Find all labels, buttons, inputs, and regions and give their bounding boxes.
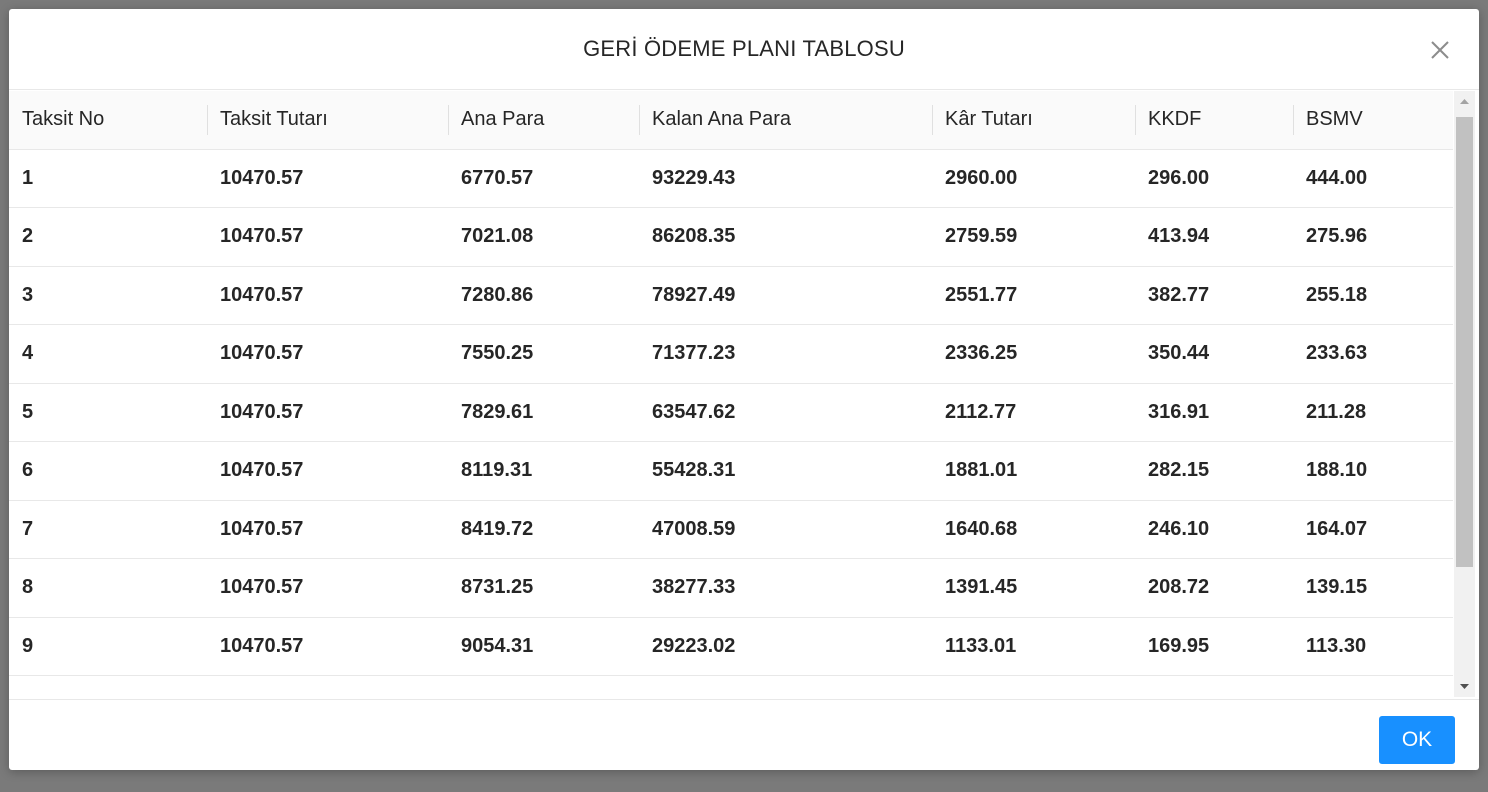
cell-bsmv: 113.30 [1293, 617, 1453, 676]
cell-profit-amount: 1391.45 [932, 558, 1135, 618]
column-header-installment-no[interactable]: Taksit No [9, 91, 207, 150]
table-row: 7 10470.57 8419.72 47008.59 1640.68 246.… [9, 500, 1453, 559]
cell-kkdf: 413.94 [1135, 207, 1293, 267]
column-header-kkdf[interactable]: KKDF [1135, 91, 1293, 150]
cell-kkdf: 208.72 [1135, 558, 1293, 618]
cell-installment-amount: 10470.57 [207, 441, 448, 501]
cell-remaining-principal: 29223.02 [639, 617, 932, 676]
cell-bsmv: 255.18 [1293, 266, 1453, 325]
cell-profit-amount: 2960.00 [932, 149, 1135, 208]
column-header-principal[interactable]: Ana Para [448, 91, 639, 150]
table-row: 8 10470.57 8731.25 38277.33 1391.45 208.… [9, 558, 1453, 618]
cell-bsmv: 233.63 [1293, 324, 1453, 384]
cell-installment-no: 5 [9, 383, 207, 442]
table-row: 2 10470.57 7021.08 86208.35 2759.59 413.… [9, 207, 1453, 267]
cell-principal: 6770.57 [448, 149, 639, 208]
cell-remaining-principal: 55428.31 [639, 441, 932, 501]
cell-installment-amount: 10470.57 [207, 617, 448, 676]
cell-installment-amount: 10470.57 [207, 383, 448, 442]
cell-bsmv: 139.15 [1293, 558, 1453, 618]
table-row: 9 10470.57 9054.31 29223.02 1133.01 169.… [9, 617, 1453, 676]
column-header-bsmv[interactable]: BSMV [1293, 91, 1453, 150]
cell-kkdf: 316.91 [1135, 383, 1293, 442]
column-header-profit-amount[interactable]: Kâr Tutarı [932, 91, 1135, 150]
arrow-up-icon [1460, 99, 1469, 104]
close-button[interactable] [1425, 35, 1455, 65]
arrow-down-icon [1460, 684, 1469, 689]
cell-remaining-principal: 38277.33 [639, 558, 932, 618]
cell-bsmv: 188.10 [1293, 441, 1453, 501]
cell-principal: 7829.61 [448, 383, 639, 442]
cell-remaining-principal: 93229.43 [639, 149, 932, 208]
cell-installment-no: 3 [9, 266, 207, 325]
cell-principal: 8119.31 [448, 441, 639, 501]
cell-installment-amount: 10470.57 [207, 207, 448, 267]
cell-bsmv: 211.28 [1293, 383, 1453, 442]
scroll-up-button[interactable] [1454, 91, 1475, 111]
table-row: 6 10470.57 8119.31 55428.31 1881.01 282.… [9, 441, 1453, 501]
modal-footer: OK [9, 699, 1479, 770]
cell-kkdf: 296.00 [1135, 149, 1293, 208]
cell-remaining-principal: 86208.35 [639, 207, 932, 267]
cell-principal: 9054.31 [448, 617, 639, 676]
cell-installment-amount: 10470.57 [207, 149, 448, 208]
cell-installment-no: 8 [9, 558, 207, 618]
cell-bsmv: 164.07 [1293, 500, 1453, 559]
cell-installment-amount: 10470.57 [207, 558, 448, 618]
cell-profit-amount: 1133.01 [932, 617, 1135, 676]
cell-installment-no: 2 [9, 207, 207, 267]
cell-installment-amount: 10470.57 [207, 324, 448, 384]
cell-remaining-principal: 63547.62 [639, 383, 932, 442]
cell-principal: 7280.86 [448, 266, 639, 325]
cell-principal: 7550.25 [448, 324, 639, 384]
cell-installment-amount: 10470.57 [207, 500, 448, 559]
payment-plan-modal: GERİ ÖDEME PLANI TABLOSU Taksit No Taksi… [9, 9, 1479, 770]
cell-installment-no: 9 [9, 617, 207, 676]
cell-kkdf: 350.44 [1135, 324, 1293, 384]
cell-kkdf: 382.77 [1135, 266, 1293, 325]
cell-installment-no: 6 [9, 441, 207, 501]
cell-principal: 8419.72 [448, 500, 639, 559]
column-header-installment-amount[interactable]: Taksit Tutarı [207, 91, 448, 150]
cell-installment-no: 1 [9, 149, 207, 208]
cell-remaining-principal: 78927.49 [639, 266, 932, 325]
cell-principal: 8731.25 [448, 558, 639, 618]
scroll-down-button[interactable] [1454, 677, 1475, 697]
modal-header: GERİ ÖDEME PLANI TABLOSU [9, 9, 1479, 90]
cell-bsmv: 444.00 [1293, 149, 1453, 208]
cell-remaining-principal: 71377.23 [639, 324, 932, 384]
cell-profit-amount: 1881.01 [932, 441, 1135, 501]
table-row: 5 10470.57 7829.61 63547.62 2112.77 316.… [9, 383, 1453, 442]
table-row: 1 10470.57 6770.57 93229.43 2960.00 296.… [9, 149, 1453, 208]
table-header-row: Taksit No Taksit Tutarı Ana Para Kalan A… [9, 91, 1453, 150]
payment-plan-table: Taksit No Taksit Tutarı Ana Para Kalan A… [9, 91, 1453, 676]
cell-kkdf: 246.10 [1135, 500, 1293, 559]
cell-profit-amount: 2336.25 [932, 324, 1135, 384]
table-row: 3 10470.57 7280.86 78927.49 2551.77 382.… [9, 266, 1453, 325]
cell-profit-amount: 1640.68 [932, 500, 1135, 559]
cell-installment-no: 7 [9, 500, 207, 559]
cell-profit-amount: 2551.77 [932, 266, 1135, 325]
cell-bsmv: 275.96 [1293, 207, 1453, 267]
scroll-thumb[interactable] [1456, 117, 1473, 567]
cell-installment-amount: 10470.57 [207, 266, 448, 325]
cell-installment-no: 4 [9, 324, 207, 384]
close-icon [1431, 41, 1449, 59]
table-row: 4 10470.57 7550.25 71377.23 2336.25 350.… [9, 324, 1453, 384]
cell-remaining-principal: 47008.59 [639, 500, 932, 559]
column-header-remaining-principal[interactable]: Kalan Ana Para [639, 91, 932, 150]
ok-button[interactable]: OK [1379, 716, 1455, 764]
payment-plan-table-container[interactable]: Taksit No Taksit Tutarı Ana Para Kalan A… [9, 91, 1479, 699]
cell-kkdf: 169.95 [1135, 617, 1293, 676]
cell-profit-amount: 2112.77 [932, 383, 1135, 442]
cell-principal: 7021.08 [448, 207, 639, 267]
table-scrollbar[interactable] [1454, 91, 1475, 697]
cell-kkdf: 282.15 [1135, 441, 1293, 501]
cell-profit-amount: 2759.59 [932, 207, 1135, 267]
modal-title: GERİ ÖDEME PLANI TABLOSU [583, 36, 905, 61]
